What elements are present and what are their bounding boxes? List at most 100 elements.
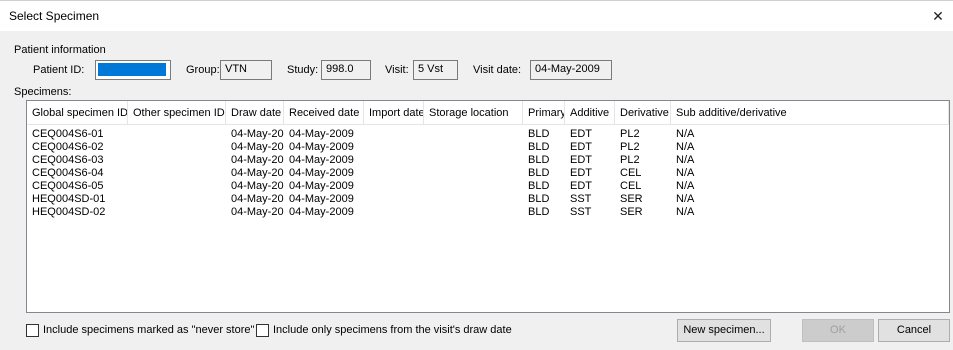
- table-row[interactable]: CEQ004S6-04 04-May-2009 04-May-2009 BLD …: [27, 167, 949, 180]
- cell-primary: BLD: [528, 180, 550, 192]
- cell-additive: SST: [570, 206, 592, 218]
- draw-date-only-checkbox[interactable]: [256, 324, 269, 337]
- cell-additive: EDT: [570, 167, 592, 179]
- cell-draw-date: 04-May-2009: [231, 167, 284, 179]
- patient-id-field[interactable]: [95, 60, 171, 80]
- cell-global-specimen-id: CEQ004S6-04: [32, 167, 104, 179]
- cell-import-date: [364, 206, 424, 219]
- table-row[interactable]: CEQ004S6-01 04-May-2009 04-May-2009 BLD …: [27, 128, 949, 141]
- cell-global-specimen-id: HEQ004SD-02: [32, 206, 106, 218]
- cell-derivative: CEL: [620, 180, 642, 192]
- cell-primary: BLD: [528, 206, 550, 218]
- cell-other-specimen-id: [128, 206, 226, 219]
- cell-other-specimen-id: [128, 141, 226, 154]
- specimens-header: Global specimen ID Other specimen ID Dra…: [27, 101, 949, 125]
- never-store-checkbox[interactable]: [26, 324, 39, 337]
- study-field[interactable]: 998.0: [321, 60, 371, 80]
- cell-received-date: 04-May-2009: [289, 180, 354, 192]
- window-title: Select Specimen: [9, 9, 100, 23]
- cell-primary: BLD: [528, 154, 550, 166]
- cell-sub-additive-derivative: N/A: [676, 128, 695, 140]
- cell-other-specimen-id: [128, 128, 226, 141]
- patient-id-selection: [98, 63, 166, 76]
- cell-draw-date: 04-May-2009: [231, 141, 284, 153]
- never-store-label: Include specimens marked as "never store…: [43, 324, 255, 336]
- cell-received-date: 04-May-2009: [289, 206, 354, 218]
- column-header-global-specimen-id[interactable]: Global specimen ID: [27, 101, 128, 125]
- cell-storage-location: [424, 128, 523, 141]
- title-bar: Select Specimen ✕: [0, 1, 953, 31]
- specimens-list[interactable]: Global specimen ID Other specimen ID Dra…: [26, 100, 950, 313]
- cell-derivative: PL2: [620, 141, 640, 153]
- table-row[interactable]: CEQ004S6-03 04-May-2009 04-May-2009 BLD …: [27, 154, 949, 167]
- group-field[interactable]: VTN: [220, 60, 272, 80]
- column-header-draw-date[interactable]: Draw date: [226, 101, 284, 125]
- cell-derivative: SER: [620, 193, 643, 205]
- cell-other-specimen-id: [128, 167, 226, 180]
- cell-additive: EDT: [570, 154, 592, 166]
- table-row[interactable]: CEQ004S6-05 04-May-2009 04-May-2009 BLD …: [27, 180, 949, 193]
- cancel-button[interactable]: Cancel: [878, 319, 950, 342]
- column-header-additive[interactable]: Additive: [565, 101, 615, 125]
- cell-global-specimen-id: CEQ004S6-02: [32, 141, 104, 153]
- column-header-storage-location[interactable]: Storage location: [424, 101, 523, 125]
- cell-draw-date: 04-May-2009: [231, 206, 284, 218]
- cell-draw-date: 04-May-2009: [231, 193, 284, 205]
- cell-sub-additive-derivative: N/A: [676, 193, 695, 205]
- cell-import-date: [364, 141, 424, 154]
- cell-derivative: SER: [620, 206, 643, 218]
- cell-sub-additive-derivative: N/A: [676, 167, 695, 179]
- cell-derivative: CEL: [620, 167, 642, 179]
- cell-received-date: 04-May-2009: [289, 193, 354, 205]
- cell-primary: BLD: [528, 167, 550, 179]
- column-header-derivative[interactable]: Derivative: [615, 101, 671, 125]
- cell-import-date: [364, 128, 424, 141]
- cell-sub-additive-derivative: N/A: [676, 180, 695, 192]
- table-row[interactable]: HEQ004SD-01 04-May-2009 04-May-2009 BLD …: [27, 193, 949, 206]
- table-row[interactable]: CEQ004S6-02 04-May-2009 04-May-2009 BLD …: [27, 141, 949, 154]
- cell-received-date: 04-May-2009: [289, 154, 354, 166]
- cell-global-specimen-id: CEQ004S6-05: [32, 180, 104, 192]
- visit-date-label: Visit date:: [473, 64, 522, 76]
- ok-button[interactable]: OK: [802, 319, 874, 342]
- cell-other-specimen-id: [128, 154, 226, 167]
- cell-primary: BLD: [528, 128, 550, 140]
- cell-additive: EDT: [570, 141, 592, 153]
- cell-storage-location: [424, 206, 523, 219]
- cell-other-specimen-id: [128, 193, 226, 206]
- column-header-sub-additive-derivative[interactable]: Sub additive/derivative: [671, 101, 949, 125]
- column-header-other-specimen-id[interactable]: Other specimen ID: [128, 101, 226, 125]
- cell-primary: BLD: [528, 193, 550, 205]
- column-header-received-date[interactable]: Received date: [284, 101, 364, 125]
- visit-date-field[interactable]: 04-May-2009: [530, 60, 612, 80]
- patient-id-label: Patient ID:: [33, 64, 85, 76]
- draw-date-only-label: Include only specimens from the visit's …: [273, 324, 512, 336]
- cell-primary: BLD: [528, 141, 550, 153]
- cell-other-specimen-id: [128, 180, 226, 193]
- cell-global-specimen-id: CEQ004S6-03: [32, 154, 104, 166]
- table-row[interactable]: HEQ004SD-02 04-May-2009 04-May-2009 BLD …: [27, 206, 949, 219]
- patient-information-label: Patient information: [14, 44, 106, 56]
- cell-draw-date: 04-May-2009: [231, 154, 284, 166]
- cell-additive: EDT: [570, 128, 592, 140]
- close-icon[interactable]: ✕: [923, 1, 953, 31]
- study-label: Study:: [287, 64, 319, 76]
- cell-import-date: [364, 167, 424, 180]
- cell-draw-date: 04-May-2009: [231, 128, 284, 140]
- cell-import-date: [364, 180, 424, 193]
- new-specimen-button[interactable]: New specimen...: [677, 319, 771, 342]
- cell-storage-location: [424, 167, 523, 180]
- cell-import-date: [364, 154, 424, 167]
- cell-storage-location: [424, 154, 523, 167]
- cell-derivative: PL2: [620, 154, 640, 166]
- cell-additive: EDT: [570, 180, 592, 192]
- cell-draw-date: 04-May-2009: [231, 180, 284, 192]
- cell-global-specimen-id: CEQ004S6-01: [32, 128, 104, 140]
- visit-field[interactable]: 5 Vst: [413, 60, 458, 80]
- cell-additive: SST: [570, 193, 592, 205]
- cell-storage-location: [424, 180, 523, 193]
- group-label: Group:: [186, 64, 220, 76]
- column-header-primary[interactable]: Primary: [523, 101, 565, 125]
- column-header-import-date[interactable]: Import date: [364, 101, 424, 125]
- cell-storage-location: [424, 193, 523, 206]
